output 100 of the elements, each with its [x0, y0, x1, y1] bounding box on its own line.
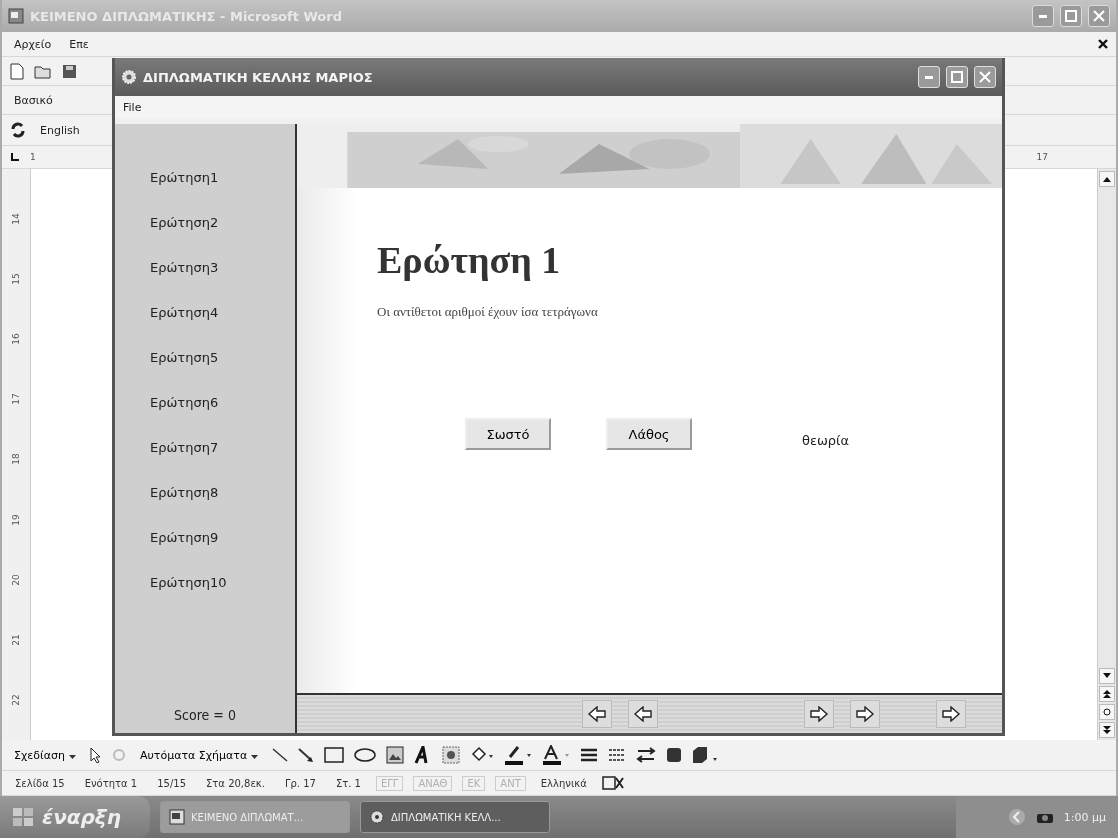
question-link[interactable]: Ερώτηση5: [150, 350, 260, 395]
ruler-number: 1: [30, 152, 36, 162]
style-box[interactable]: Βασικό: [10, 91, 57, 109]
question-heading: Ερώτηση 1: [377, 238, 561, 282]
fill-color-icon[interactable]: [470, 746, 495, 764]
browse-object-button[interactable]: [1099, 704, 1115, 720]
next-page-button[interactable]: [1099, 722, 1115, 738]
document-icon: [8, 8, 24, 24]
status-item: Σελίδα 15: [14, 776, 66, 791]
ruler-number: 19: [11, 513, 21, 526]
new-document-icon[interactable]: [10, 62, 24, 80]
question-link[interactable]: Ερώτηση2: [150, 215, 260, 260]
clock: 1:00 μμ: [1063, 810, 1106, 824]
minimize-button[interactable]: [1032, 5, 1054, 27]
last-button[interactable]: [850, 700, 880, 728]
score-label: Score = 0: [174, 707, 236, 723]
question-link[interactable]: Ερώτηση6: [150, 395, 260, 440]
maximize-button[interactable]: [1060, 5, 1082, 27]
arrow-icon[interactable]: [298, 747, 315, 763]
dash-style-icon[interactable]: [608, 748, 627, 762]
menu-item[interactable]: Αρχείο: [10, 35, 56, 53]
left-arrow-icon: [632, 706, 654, 722]
shadow-icon[interactable]: [666, 747, 683, 763]
status-item: Γρ. 17: [283, 776, 317, 791]
menu-item[interactable]: Επε: [65, 35, 93, 53]
arrow-style-icon[interactable]: [636, 747, 657, 763]
close-icon: [979, 71, 991, 83]
save-icon[interactable]: [62, 63, 77, 79]
minimize-icon: [1039, 14, 1047, 18]
close-button[interactable]: [1088, 5, 1110, 27]
question-link[interactable]: Ερώτηση4: [150, 305, 260, 350]
minimize-icon: [925, 75, 933, 79]
pointer-icon[interactable]: [89, 747, 102, 763]
close-icon: [1093, 10, 1105, 22]
scroll-up-button[interactable]: [1099, 171, 1115, 187]
3d-style-icon[interactable]: [692, 746, 719, 764]
question-link[interactable]: Ερώτηση1: [150, 170, 260, 215]
image-icon[interactable]: [386, 746, 405, 764]
double-down-arrow-icon: [1103, 726, 1111, 734]
gear-icon: [121, 69, 137, 85]
next-button[interactable]: [804, 700, 834, 728]
maximize-button[interactable]: [946, 66, 968, 88]
ruler-number: 14: [11, 213, 21, 225]
taskbar-button[interactable]: ΔΙΠΛΩΜΑΤΙΚΗ ΚΕΛΛ...: [360, 801, 550, 833]
status-item: Στα 20,8εκ.: [205, 776, 266, 791]
answer-button[interactable]: Λάθος: [606, 418, 692, 450]
status-item: ΑΝΤ: [495, 775, 526, 791]
question-link[interactable]: Ερώτηση10: [150, 575, 260, 620]
maximize-icon: [1065, 10, 1077, 22]
line-icon[interactable]: [272, 747, 289, 763]
answer-button[interactable]: Σωστό: [465, 418, 551, 450]
maximize-icon: [951, 71, 963, 83]
first-button[interactable]: [582, 700, 612, 728]
open-folder-icon[interactable]: [34, 63, 52, 79]
document-icon: [169, 809, 185, 825]
gear-icon: [369, 809, 385, 825]
close-button[interactable]: [974, 66, 996, 88]
font-color-icon[interactable]: [542, 745, 571, 765]
close-icon[interactable]: [1098, 39, 1108, 49]
line-style-icon[interactable]: [580, 748, 599, 762]
first-icon: [586, 706, 608, 722]
minimize-button[interactable]: [918, 66, 940, 88]
question-link[interactable]: Ερώτηση8: [150, 485, 260, 530]
right-arrow-icon: [808, 706, 830, 722]
previous-page-button[interactable]: [1099, 686, 1115, 702]
oval-icon[interactable]: [354, 748, 377, 762]
circle-icon: [1103, 708, 1111, 716]
draw-menu-button[interactable]: Σχεδίαση: [10, 746, 80, 764]
ruler-number: 18: [11, 453, 21, 466]
scroll-down-button[interactable]: [1099, 668, 1115, 684]
menu-item[interactable]: File: [119, 98, 146, 116]
autoshapes-menu-button[interactable]: Αυτόματα Σχήματα: [135, 746, 263, 764]
line-color-icon[interactable]: [504, 745, 533, 765]
last-icon: [854, 706, 876, 722]
refresh-icon[interactable]: [10, 122, 26, 138]
caret-icon: [251, 754, 259, 759]
status-item: ΕΚ: [462, 775, 486, 791]
question-text: Οι αντίθετοι αριθμοί έχουν ίσα τετράγωνα: [377, 304, 599, 320]
language-box[interactable]: English: [36, 121, 84, 139]
ruler-number: 17: [11, 393, 21, 406]
question-link[interactable]: Ερώτηση9: [150, 530, 260, 575]
theory-link[interactable]: θεωρία: [802, 432, 850, 448]
tab-stop-icon[interactable]: [10, 152, 20, 162]
status-item: ΕΓΓ: [375, 775, 404, 791]
status-item: ΑΝΑΘ: [413, 775, 453, 791]
question-link[interactable]: Ερώτηση7: [150, 440, 260, 485]
ruler-number: 21: [11, 634, 21, 646]
ruler-number: 20: [11, 574, 21, 586]
window-title: ΔΙΠΛΩΜΑΤΙΚΗ ΚΕΛΛΗΣ ΜΑΡΙΟΣ: [143, 69, 374, 85]
question-link[interactable]: Ερώτηση3: [150, 260, 260, 305]
rectangle-icon[interactable]: [324, 747, 345, 763]
previous-button[interactable]: [628, 700, 658, 728]
exit-icon: [940, 706, 962, 722]
status-item: Στ. 1: [334, 776, 362, 791]
clipart-icon[interactable]: [442, 746, 461, 764]
ruler-number: 17: [1036, 152, 1048, 162]
ruler-number: 22: [11, 694, 21, 706]
exit-button[interactable]: [936, 700, 966, 728]
chevron-icon[interactable]: [1007, 808, 1026, 826]
ruler-number: 15: [11, 273, 21, 285]
